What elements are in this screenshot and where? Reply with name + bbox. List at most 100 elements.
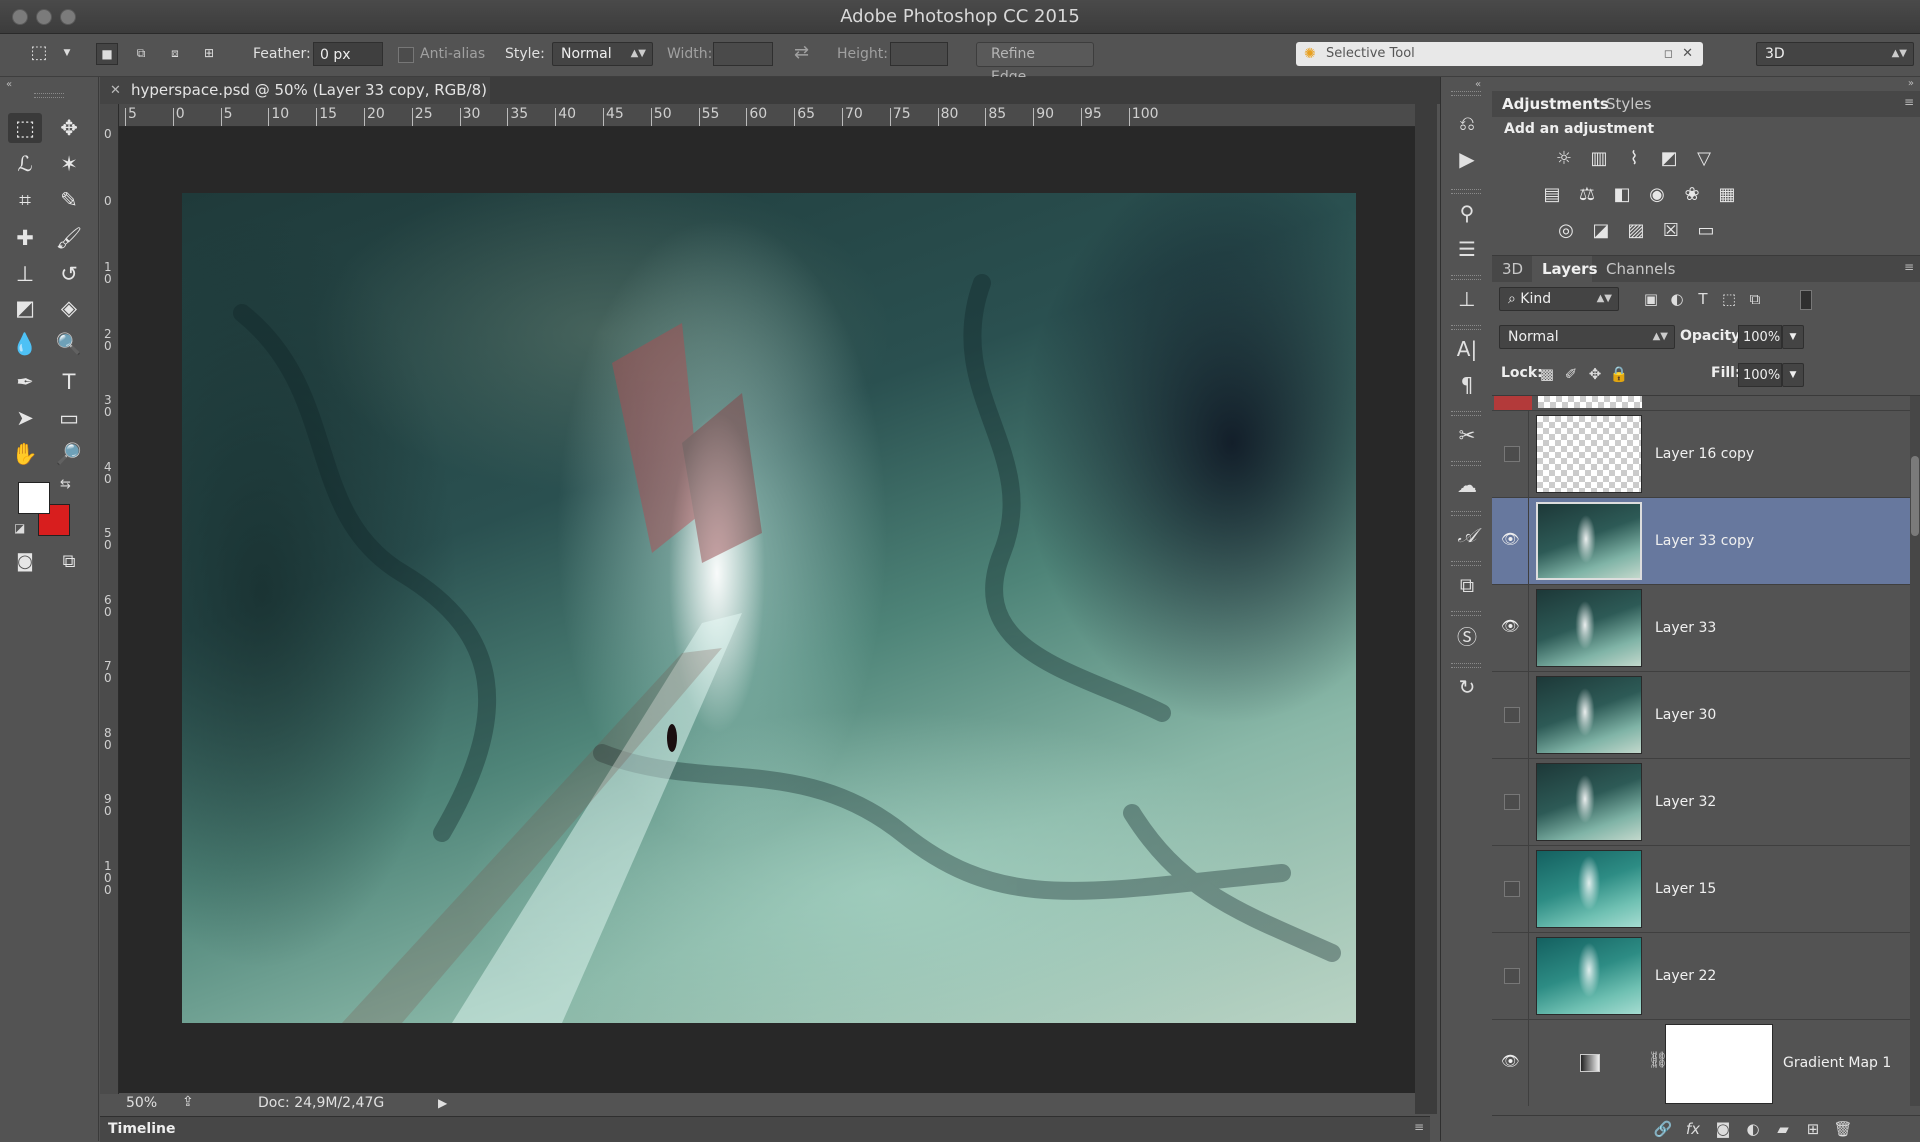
layer-name[interactable]: Layer 32	[1655, 759, 1716, 845]
curves-icon[interactable]: ⌇	[1622, 147, 1646, 171]
layer-style-icon[interactable]: fx	[1682, 1118, 1704, 1140]
subtract-selection-icon[interactable]: ⧈	[164, 43, 186, 65]
plugin-s-icon[interactable]: Ⓢ	[1453, 623, 1481, 651]
timeline-tab[interactable]: Timeline	[108, 1121, 176, 1137]
filter-pixel-icon[interactable]: ▣	[1640, 288, 1662, 310]
layer-row-selected[interactable]: 👁 Layer 33 copy	[1492, 498, 1910, 585]
status-menu-arrow-icon[interactable]: ▶	[438, 1096, 447, 1110]
tab-3d[interactable]: 3D	[1502, 256, 1523, 282]
new-selection-icon[interactable]: ■	[96, 43, 118, 65]
clone-stamp-tool-icon[interactable]: ⊥	[8, 259, 42, 289]
tab-channels[interactable]: Channels	[1606, 256, 1675, 282]
canvas-area[interactable]	[119, 127, 1415, 1093]
photo-filter-icon[interactable]: ◉	[1645, 183, 1669, 207]
layer-name[interactable]: Layer 33 copy	[1655, 498, 1754, 584]
gradient-map-icon[interactable]: ▭	[1694, 219, 1718, 243]
new-adjustment-icon[interactable]: ◐	[1742, 1118, 1764, 1140]
opacity-dropdown-icon[interactable]: ▼	[1782, 325, 1804, 349]
document-tab[interactable]: ✕ hyperspace.psd @ 50% (Layer 33 copy, R…	[100, 77, 491, 104]
panel-menu-icon[interactable]: ≡	[1904, 260, 1914, 274]
filter-type-icon[interactable]: T	[1692, 288, 1714, 310]
brightness-contrast-icon[interactable]: ☼	[1552, 147, 1576, 171]
intersect-selection-icon[interactable]: ⊞	[198, 43, 220, 65]
layer-name[interactable]: Layer 22	[1655, 933, 1716, 1019]
layer-name[interactable]: Layer 16 copy	[1655, 411, 1754, 497]
scrollbar-thumb[interactable]	[1911, 456, 1919, 536]
collapse-dock-icon[interactable]: «	[1475, 79, 1481, 90]
swap-dimensions-icon[interactable]: ⇄	[794, 42, 809, 63]
glyphs-panel-icon[interactable]: 𝒜	[1453, 521, 1481, 549]
channel-mixer-icon[interactable]: ❀	[1680, 183, 1704, 207]
path-selection-tool-icon[interactable]: ➤	[8, 403, 42, 433]
dock-grip[interactable]	[1451, 91, 1481, 96]
visibility-toggle[interactable]: 👁	[1492, 498, 1529, 584]
refine-edge-button[interactable]: Refine Edge...	[976, 42, 1094, 85]
clone-source-panel-icon[interactable]: ⊥	[1453, 285, 1481, 313]
fill-dropdown-icon[interactable]: ▼	[1782, 363, 1804, 387]
color-lookup-icon[interactable]: ▦	[1715, 183, 1739, 207]
visibility-toggle[interactable]: 👁	[1492, 1020, 1529, 1106]
dock-grip[interactable]	[1451, 325, 1481, 330]
timeline-menu-icon[interactable]: ≡	[1414, 1120, 1424, 1134]
default-colors-icon[interactable]: ◪	[14, 521, 25, 535]
layer-row[interactable]: 👁 Layer 33	[1492, 585, 1910, 672]
fill-input[interactable]: 100%	[1738, 363, 1782, 387]
layer-name[interactable]: Layer 33	[1655, 585, 1716, 671]
layers-scrollbar[interactable]	[1910, 396, 1920, 1106]
invert-icon[interactable]: ◎	[1554, 219, 1578, 243]
visibility-toggle[interactable]	[1492, 411, 1529, 497]
blur-tool-icon[interactable]: 💧	[8, 329, 42, 359]
threshold-icon[interactable]: ▨	[1624, 219, 1648, 243]
zoom-level[interactable]: 50%	[126, 1095, 157, 1111]
visibility-checkbox[interactable]	[1504, 707, 1520, 723]
layer-name[interactable]: Layer 30	[1655, 672, 1716, 758]
brush-panel-icon[interactable]: ⚲	[1453, 199, 1481, 227]
lasso-tool-icon[interactable]: ℒ	[8, 149, 42, 179]
history-brush-tool-icon[interactable]: ↺	[52, 259, 86, 289]
layer-name[interactable]: Layer 15	[1655, 846, 1716, 932]
visibility-checkbox[interactable]	[1504, 968, 1520, 984]
dock-grip[interactable]	[1451, 663, 1481, 668]
character-panel-icon[interactable]: A|	[1453, 335, 1481, 363]
dock-grip[interactable]	[1451, 411, 1481, 416]
add-mask-icon[interactable]: ◙	[1712, 1118, 1734, 1140]
panel-menu-icon[interactable]: ≡	[1904, 95, 1914, 109]
properties-panel-icon[interactable]: ☰	[1453, 235, 1481, 263]
hand-tool-icon[interactable]: ✋	[8, 439, 42, 469]
magic-wand-tool-icon[interactable]: ✶	[52, 149, 86, 179]
feather-input[interactable]: 0 px	[313, 42, 383, 66]
levels-icon[interactable]: ▥	[1587, 147, 1611, 171]
layer-row-partial[interactable]	[1492, 396, 1910, 411]
selective-tool-panel[interactable]: ✺ Selective Tool ◻ ✕	[1296, 42, 1703, 66]
layer-name[interactable]: Gradient Map 1	[1783, 1020, 1891, 1106]
dock-grip[interactable]	[1451, 511, 1481, 516]
preset-dropdown-icon[interactable]: ▼	[56, 43, 78, 65]
paragraph-panel-icon[interactable]: ¶	[1453, 371, 1481, 399]
collapse-panels-icon[interactable]: »	[1908, 78, 1914, 89]
color-balance-icon[interactable]: ⚖	[1575, 183, 1599, 207]
exposure-icon[interactable]: ◩	[1657, 147, 1681, 171]
eye-icon[interactable]: 👁	[1501, 1052, 1520, 1070]
new-layer-icon[interactable]: ⊞	[1802, 1118, 1824, 1140]
visibility-checkbox[interactable]	[1504, 446, 1520, 462]
dock-grip[interactable]	[1451, 461, 1481, 466]
layer-mask-thumbnail[interactable]	[1665, 1024, 1773, 1104]
healing-brush-tool-icon[interactable]: ✚	[8, 223, 42, 253]
lock-image-icon[interactable]: ✐	[1560, 363, 1582, 385]
width-input[interactable]	[713, 42, 773, 66]
dock-grip[interactable]	[1451, 561, 1481, 566]
panel-restore-icon[interactable]: ◻	[1664, 42, 1673, 66]
blend-mode-select[interactable]: Normal ▲▼	[1499, 325, 1675, 349]
vibrance-icon[interactable]: ▽	[1692, 147, 1716, 171]
lock-position-icon[interactable]: ✥	[1584, 363, 1606, 385]
layer-row[interactable]: 👁 ⛓ Gradient Map 1	[1492, 1020, 1910, 1106]
dock-grip[interactable]	[1451, 275, 1481, 280]
actions-panel-icon[interactable]: ▶	[1453, 145, 1481, 173]
layer-row[interactable]: Layer 15	[1492, 846, 1910, 933]
visibility-toggle[interactable]: 👁	[1492, 585, 1529, 671]
eyedropper-tool-icon[interactable]: ✎	[52, 185, 86, 215]
visibility-toggle[interactable]	[1492, 759, 1529, 845]
rectangle-tool-icon[interactable]: ▭	[52, 403, 86, 433]
close-document-icon[interactable]: ✕	[110, 77, 121, 104]
lock-transparent-icon[interactable]: ▩	[1536, 363, 1558, 385]
